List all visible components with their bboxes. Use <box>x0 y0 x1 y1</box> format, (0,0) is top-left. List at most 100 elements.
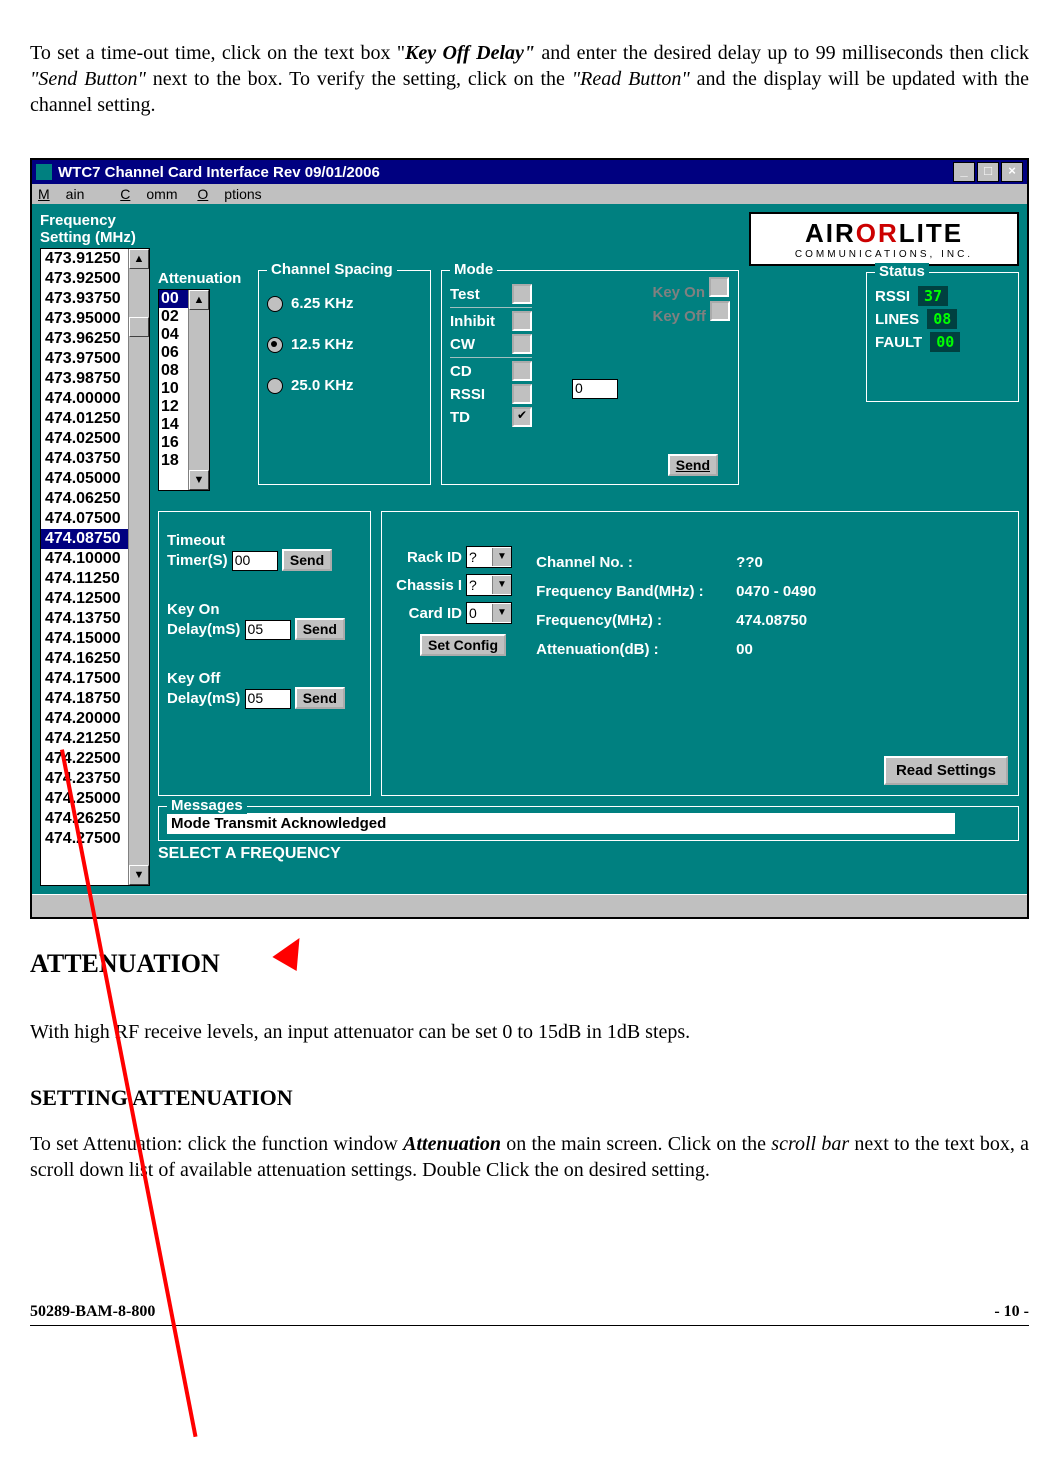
message-text: Mode Transmit Acknowledged <box>167 813 955 834</box>
rack-id-label: Rack ID <box>390 549 462 566</box>
close-button[interactable]: × <box>1001 162 1023 182</box>
status-lines-label: LINES <box>875 311 919 328</box>
mode-row: TD <box>450 407 532 427</box>
mode-row: Test <box>450 284 532 304</box>
status-fault-label: FAULT <box>875 334 922 351</box>
mode-row: CD <box>450 361 532 381</box>
chassis-id-dropdown[interactable]: ?▼ <box>466 574 512 596</box>
mode-checkbox[interactable] <box>512 361 532 381</box>
key-on-label: Key On <box>652 284 705 301</box>
status-lines-value: 08 <box>927 309 957 329</box>
mode-label: RSSI <box>450 386 506 403</box>
mode-label: CD <box>450 363 506 380</box>
mode-label: Inhibit <box>450 313 506 330</box>
window-title: WTC7 Channel Card Interface Rev 09/01/20… <box>58 164 953 181</box>
scroll-up-icon[interactable]: ▲ <box>189 290 209 310</box>
keyon-send-button[interactable]: Send <box>295 618 345 640</box>
messages-group: Messages Mode Transmit Acknowledged <box>158 806 1019 841</box>
timers-group: Timeout Timer(S) 00 Send Key On Delay(mS… <box>158 511 371 796</box>
frequency-listbox[interactable]: 473.91250473.92500473.93750473.95000473.… <box>40 248 150 886</box>
titlebar[interactable]: WTC7 Channel Card Interface Rev 09/01/20… <box>32 160 1027 184</box>
scroll-up-icon[interactable]: ▲ <box>129 249 149 269</box>
channel-spacing-legend: Channel Spacing <box>267 261 397 278</box>
timeout-send-button[interactable]: Send <box>282 549 332 571</box>
frequency-scrollbar[interactable]: ▲ ▼ <box>128 249 149 885</box>
timeout-label2: Timer(S) <box>167 552 228 569</box>
select-frequency-label: SELECT A FREQUENCY <box>158 845 1019 863</box>
attenuation-label: Attenuation <box>158 270 248 287</box>
mode-group: Mode TestInhibitCWCDRSSITD Key On Key Of… <box>441 270 739 485</box>
mode-checkbox[interactable] <box>512 334 532 354</box>
config-group: Rack ID ?▼ Chassis I ?▼ Card ID 0▼ Set C… <box>381 511 1019 796</box>
minimize-button[interactable]: _ <box>953 162 975 182</box>
status-fault-value: 00 <box>930 332 960 352</box>
radio-icon[interactable] <box>267 296 283 312</box>
logo: AIRORLITE COMMUNICATIONS, INC. <box>749 212 1019 266</box>
keyon-label2: Delay(mS) <box>167 621 240 638</box>
keyon-input[interactable]: 05 <box>245 620 291 640</box>
chevron-down-icon[interactable]: ▼ <box>492 576 511 594</box>
status-rssi-value: 37 <box>918 286 948 306</box>
freq-value: 474.08750 <box>736 612 807 629</box>
menu-options[interactable]: Options <box>197 186 261 202</box>
setting-attenuation-heading: SETTING ATTENUATION <box>30 1085 1029 1111</box>
footer-left: 50289-BAM-8-800 <box>30 1303 155 1321</box>
messages-legend: Messages <box>167 797 247 814</box>
key-off-checkbox[interactable] <box>710 301 730 321</box>
intro-paragraph: To set a time-out time, click on the tex… <box>30 40 1029 118</box>
atten-db-value: 00 <box>736 641 753 658</box>
key-off-label: Key Off <box>652 308 705 325</box>
maximize-button[interactable]: □ <box>977 162 999 182</box>
rack-id-dropdown[interactable]: ?▼ <box>466 546 512 568</box>
footer-rule <box>30 1325 1029 1326</box>
scroll-down-icon[interactable]: ▼ <box>189 470 209 490</box>
mode-checkbox[interactable] <box>512 311 532 331</box>
channel-spacing-option[interactable]: 12.5 KHz <box>267 336 422 353</box>
mode-row: RSSI <box>450 384 532 404</box>
scroll-down-icon[interactable]: ▼ <box>129 865 149 885</box>
chevron-down-icon[interactable]: ▼ <box>492 604 511 622</box>
rssi-input[interactable]: 0 <box>572 379 618 399</box>
atten-db-label: Attenuation(dB) : <box>536 641 736 658</box>
read-settings-button[interactable]: Read Settings <box>884 756 1008 785</box>
chassis-id-label: Chassis I <box>390 577 462 594</box>
key-on-checkbox[interactable] <box>709 277 729 297</box>
footer-right: - 10 - <box>994 1303 1029 1321</box>
mode-label: CW <box>450 336 506 353</box>
timeout-label: Timeout <box>167 532 225 549</box>
keyoff-label2: Delay(mS) <box>167 690 240 707</box>
menubar: Main Comm Options <box>32 184 1027 204</box>
card-id-label: Card ID <box>390 605 462 622</box>
menu-main[interactable]: Main <box>38 186 100 202</box>
card-id-dropdown[interactable]: 0▼ <box>466 602 512 624</box>
freq-band-value: 0470 - 0490 <box>736 583 816 600</box>
frequency-setting-label: Frequency Setting (MHz) <box>40 212 150 246</box>
attenuation-listbox[interactable]: 00020406081012141618 ▲ ▼ <box>158 289 210 491</box>
attenuation-scrollbar[interactable]: ▲ ▼ <box>188 290 209 490</box>
mode-checkbox[interactable] <box>512 284 532 304</box>
keyoff-send-button[interactable]: Send <box>295 687 345 709</box>
status-rssi-label: RSSI <box>875 288 910 305</box>
setting-attenuation-paragraph: To set Attenuation: click the function w… <box>30 1131 1029 1183</box>
chevron-down-icon[interactable]: ▼ <box>492 548 511 566</box>
channel-spacing-option[interactable]: 25.0 KHz <box>267 377 422 394</box>
timeout-input[interactable]: 00 <box>232 551 278 571</box>
menu-comm[interactable]: Comm <box>120 186 177 202</box>
status-group: Status RSSI37 LINES08 FAULT00 <box>866 272 1019 402</box>
channel-no-label: Channel No. : <box>536 554 736 571</box>
status-legend: Status <box>875 263 929 280</box>
mode-legend: Mode <box>450 261 497 278</box>
mode-checkbox[interactable] <box>512 384 532 404</box>
mode-send-button[interactable]: Send <box>668 454 718 476</box>
scroll-thumb[interactable] <box>129 317 149 337</box>
statusbar <box>32 894 1027 917</box>
mode-row: Inhibit <box>450 311 532 331</box>
mode-checkbox[interactable] <box>512 407 532 427</box>
set-config-button[interactable]: Set Config <box>420 634 506 656</box>
app-icon <box>36 164 52 180</box>
radio-icon[interactable] <box>267 337 283 353</box>
radio-icon[interactable] <box>267 378 283 394</box>
channel-no-value: ??0 <box>736 554 763 571</box>
keyoff-input[interactable]: 05 <box>245 689 291 709</box>
channel-spacing-option[interactable]: 6.25 KHz <box>267 295 422 312</box>
